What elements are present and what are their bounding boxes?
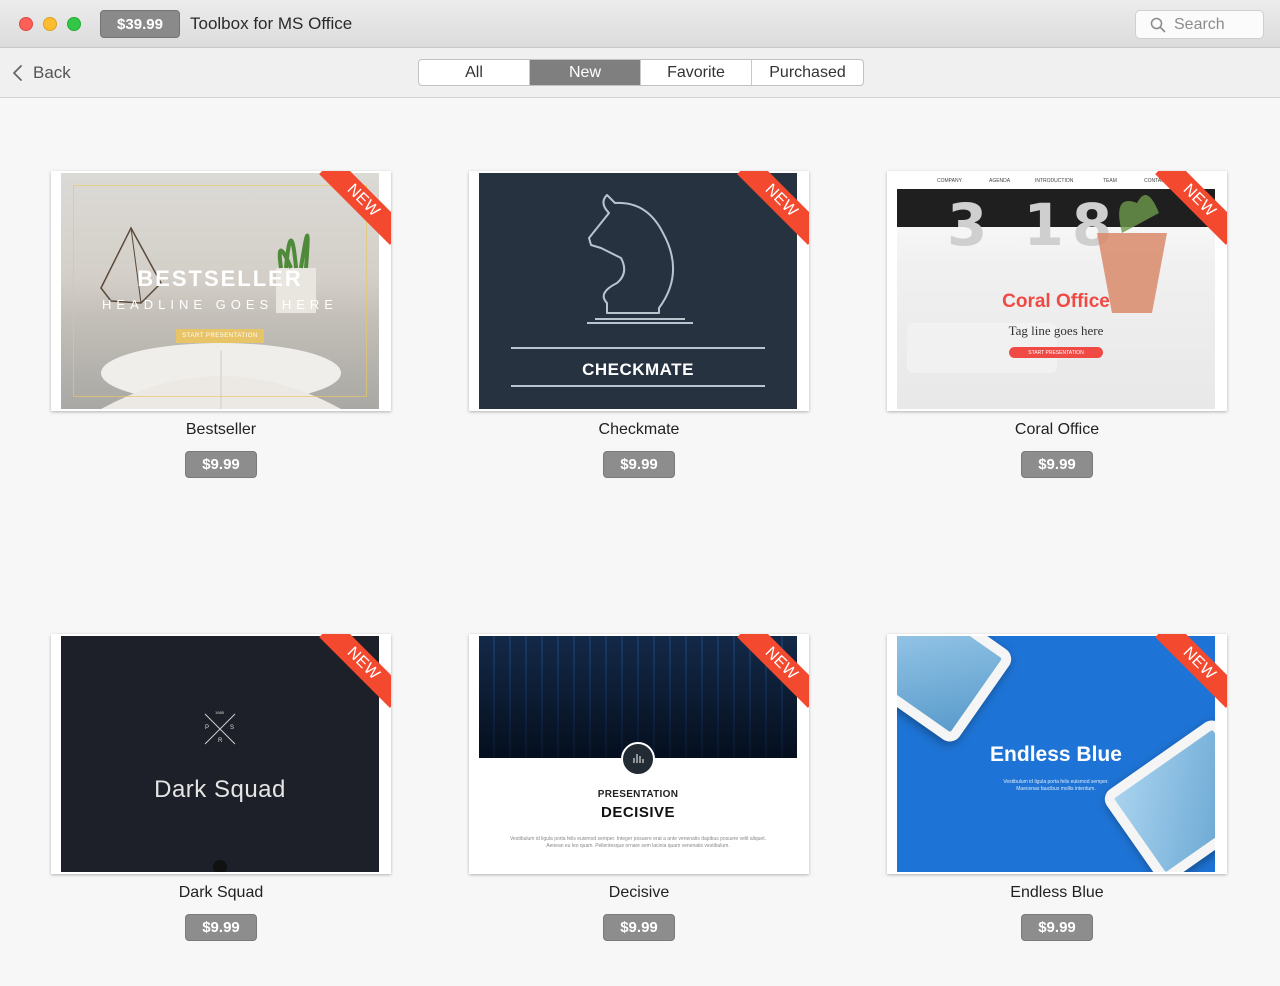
template-name: Endless Blue	[1010, 884, 1104, 901]
tab-new[interactable]: New	[530, 60, 641, 85]
template-name: Coral Office	[1014, 421, 1100, 438]
title-bar: $39.99 Toolbox for MS Office Search	[0, 0, 1280, 48]
bestseller-preview: BESTSELLER HEADLINE GOES HERE START PRES…	[61, 173, 379, 409]
bundle-price-button[interactable]: $39.99	[100, 10, 180, 38]
endless-blue-preview-body: Vestibulum id ligula porta felis euismod…	[1003, 779, 1109, 792]
bestseller-preview-title: BESTSELLER	[137, 266, 303, 291]
dark-squad-preview-title: Dark Squad	[154, 776, 286, 803]
template-preview-frame[interactable]: PRESENTATION DECISIVE Vestibulum id ligu…	[469, 634, 809, 874]
template-price-button[interactable]: $9.99	[185, 451, 257, 478]
template-card-decisive[interactable]: PRESENTATION DECISIVE Vestibulum id ligu…	[469, 634, 809, 941]
search-placeholder: Search	[1174, 15, 1225, 33]
template-card-checkmate[interactable]: CHECKMATE NEW Checkmate $9.99	[469, 171, 809, 478]
decisive-building-photo	[479, 636, 797, 758]
template-name: Dark Squad	[178, 884, 264, 901]
template-card-endless-blue[interactable]: Endless Blue Vestibulum id ligula porta …	[887, 634, 1227, 941]
window-close-button[interactable]	[19, 17, 33, 31]
decisive-preview-kicker: PRESENTATION	[597, 789, 679, 800]
template-price-button[interactable]: $9.99	[603, 451, 675, 478]
dark-logo-letter: R	[218, 738, 223, 744]
bestseller-preview-subtitle: HEADLINE GOES HERE	[102, 297, 338, 312]
back-button[interactable]: Back	[12, 63, 71, 83]
filter-tabs: All New Favorite Purchased	[418, 59, 864, 86]
checkmate-preview: CHECKMATE	[479, 173, 797, 409]
coral-preview-tagline: Tag line goes here	[1008, 323, 1104, 338]
endless-blue-preview: Endless Blue Vestibulum id ligula porta …	[897, 636, 1215, 872]
template-preview-frame[interactable]: BESTSELLER HEADLINE GOES HERE START PRES…	[51, 171, 391, 411]
tablet-image	[897, 636, 1016, 747]
dark-logo-letter: P	[205, 725, 210, 731]
coral-preview-title: Coral Office	[1002, 291, 1110, 312]
dark-squad-logo: 1985 P S R	[203, 710, 237, 746]
template-preview-frame[interactable]: Endless Blue Vestibulum id ligula porta …	[887, 634, 1227, 874]
endless-blue-preview-title: Endless Blue	[990, 743, 1122, 766]
bestseller-preview-button: START PRESENTATION	[176, 329, 264, 343]
template-name: Checkmate	[598, 421, 680, 438]
app-title: Toolbox for MS Office	[190, 14, 353, 33]
template-price-button[interactable]: $9.99	[185, 914, 257, 941]
decisive-preview-title: DECISIVE	[600, 804, 676, 821]
back-label: Back	[33, 63, 71, 82]
template-preview-frame[interactable]: 1985 P S R Dark Squad NEW	[51, 634, 391, 874]
tablet-image	[1100, 715, 1215, 872]
tab-purchased[interactable]: Purchased	[752, 60, 863, 85]
template-card-dark-squad[interactable]: 1985 P S R Dark Squad NEW Dark Squad $9.…	[51, 634, 391, 941]
search-input[interactable]: Search	[1135, 10, 1264, 39]
template-price-button[interactable]: $9.99	[603, 914, 675, 941]
dark-logo-letter: S	[230, 725, 235, 731]
checkmate-preview-title: CHECKMATE	[582, 360, 694, 379]
coral-preview-button: START PRESENTATION	[1009, 347, 1103, 358]
decisive-preview: PRESENTATION DECISIVE Vestibulum id ligu…	[479, 636, 797, 872]
toolbar: Back All New Favorite Purchased	[0, 48, 1280, 98]
template-card-bestseller[interactable]: BESTSELLER HEADLINE GOES HERE START PRES…	[51, 171, 391, 478]
decisive-preview-body: Vestibulum id ligula porta felis euismod…	[510, 836, 766, 849]
template-price-button[interactable]: $9.99	[1021, 451, 1093, 478]
coral-office-preview: COMPANY AGENDA INTRODUCTION TEAM CONTACT…	[897, 173, 1215, 409]
template-preview-frame[interactable]: CHECKMATE NEW	[469, 171, 809, 411]
search-icon	[1150, 17, 1166, 32]
template-name: Decisive	[608, 884, 670, 901]
template-price-button[interactable]: $9.99	[1021, 914, 1093, 941]
template-name: Bestseller	[185, 421, 257, 438]
dark-squad-preview: 1985 P S R Dark Squad	[61, 636, 379, 872]
decisive-chart-icon	[621, 742, 655, 776]
template-preview-frame[interactable]: COMPANY AGENDA INTRODUCTION TEAM CONTACT…	[887, 171, 1227, 411]
dark-logo-year: 1985	[215, 710, 224, 715]
chevron-left-icon	[13, 65, 22, 81]
window-zoom-button[interactable]	[67, 17, 81, 31]
tab-favorite[interactable]: Favorite	[641, 60, 752, 85]
window-minimize-button[interactable]	[43, 17, 57, 31]
scroll-indicator-icon	[213, 860, 227, 872]
template-card-coral-office[interactable]: COMPANY AGENDA INTRODUCTION TEAM CONTACT…	[887, 171, 1227, 478]
tab-all[interactable]: All	[419, 60, 530, 85]
template-grid: BESTSELLER HEADLINE GOES HERE START PRES…	[0, 98, 1280, 986]
